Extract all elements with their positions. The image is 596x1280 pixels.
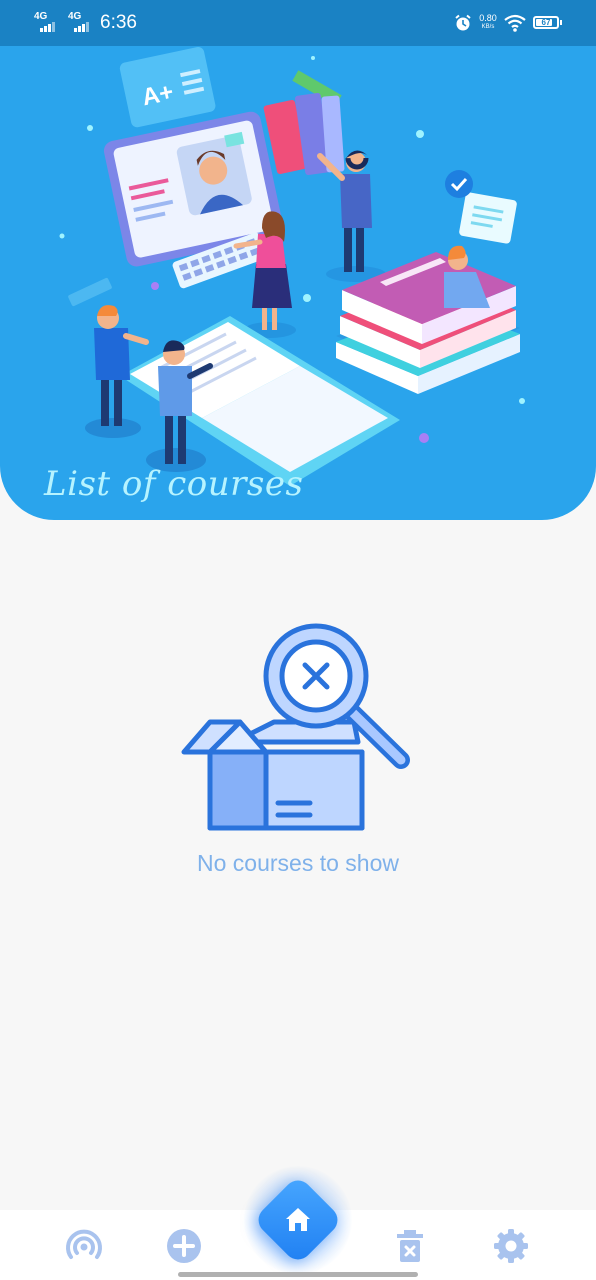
home-icon — [286, 1208, 310, 1231]
clock: 6:36 — [100, 12, 137, 33]
battery-icon: 67 — [533, 16, 559, 29]
home-button[interactable] — [244, 1166, 352, 1274]
network-type-2: 4G — [68, 11, 82, 22]
gear-icon[interactable] — [491, 1226, 531, 1266]
empty-state-message: No courses to show — [197, 850, 399, 876]
broadcast-icon[interactable] — [64, 1226, 104, 1266]
gesture-handle[interactable] — [178, 1272, 418, 1277]
trash-icon[interactable] — [390, 1226, 430, 1266]
empty-box-search-icon — [181, 623, 410, 831]
signal-icon — [40, 22, 56, 32]
wifi-icon — [504, 14, 526, 32]
signal-icon — [74, 22, 90, 32]
network-type-1: 4G — [34, 11, 48, 22]
status-bar: 4G 4G 6:36 0.80 KB/s 67 — [0, 0, 596, 46]
network-speed: 0.80 KB/s — [479, 13, 497, 31]
add-circle-icon[interactable] — [164, 1226, 204, 1266]
battery-level: 67 — [541, 18, 551, 27]
hero-banner: A+ List of courses — [0, 46, 596, 520]
online-education-illustration: A+ — [59, 47, 525, 486]
alarm-icon — [455, 14, 471, 31]
hero-title: List of courses — [44, 464, 304, 504]
